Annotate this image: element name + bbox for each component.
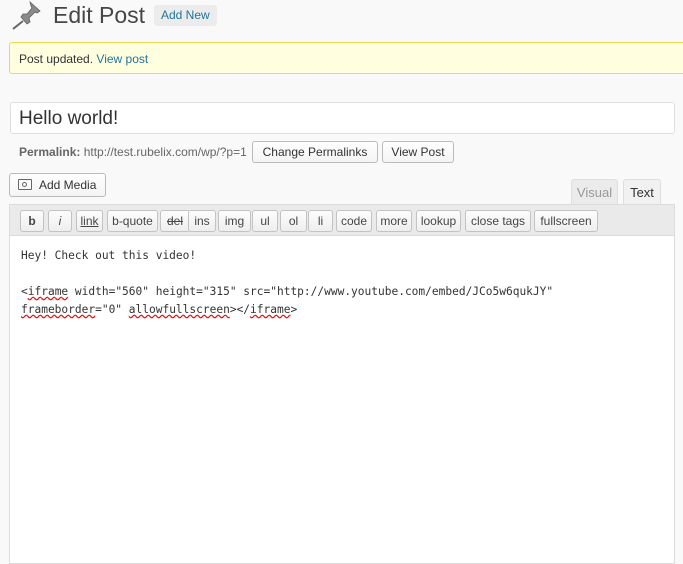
add-new-button[interactable]: Add New xyxy=(154,5,217,26)
update-notice: Post updated. View post xyxy=(9,42,683,74)
page-title: Edit Post xyxy=(53,2,146,28)
add-media-button[interactable]: Add Media xyxy=(9,173,106,197)
qt-code-button[interactable]: code xyxy=(336,210,372,232)
tab-text[interactable]: Text xyxy=(623,179,661,205)
change-permalinks-button[interactable]: Change Permalinks xyxy=(252,141,378,163)
qt-ol-button[interactable]: ol xyxy=(280,210,307,232)
post-title-input[interactable]: Hello world! xyxy=(10,102,675,134)
qt-bold-button[interactable]: b xyxy=(20,210,44,232)
add-media-label: Add Media xyxy=(39,178,97,192)
qt-ins-button[interactable]: ins xyxy=(188,210,216,232)
qt-ul-button[interactable]: ul xyxy=(252,210,278,232)
text-editor[interactable]: b i link b-quote del ins img ul ol li co… xyxy=(9,204,675,564)
qt-fullscreen-button[interactable]: fullscreen xyxy=(534,210,598,232)
view-post-button[interactable]: View Post xyxy=(382,141,454,163)
pushpin-icon xyxy=(10,0,44,30)
permalink-row: Permalink: http://test.rubelix.com/wp/?p… xyxy=(19,145,247,159)
qt-lookup-button[interactable]: lookup xyxy=(416,210,461,232)
notice-text: Post updated. xyxy=(19,52,94,66)
permalink-url[interactable]: http://test.rubelix.com/wp/?p=1 xyxy=(84,145,247,159)
camera-icon xyxy=(18,179,32,190)
qt-img-button[interactable]: img xyxy=(218,210,251,232)
quicktags-toolbar: b i link b-quote del ins img ul ol li co… xyxy=(10,205,674,236)
qt-li-button[interactable]: li xyxy=(308,210,333,232)
qt-more-button[interactable]: more xyxy=(376,210,412,232)
notice-message: Post updated. View post xyxy=(19,52,148,66)
content-line-3a: <iframe width="560" height="315" src="ht… xyxy=(21,285,554,298)
tab-visual[interactable]: Visual xyxy=(571,179,618,204)
qt-italic-button[interactable]: i xyxy=(48,210,72,232)
post-title-value: Hello world! xyxy=(19,108,119,129)
qt-close-tags-button[interactable]: close tags xyxy=(465,210,531,232)
permalink-label: Permalink: xyxy=(19,145,81,159)
view-post-link[interactable]: View post xyxy=(96,52,148,66)
editor-content[interactable]: Hey! Check out this video! <iframe width… xyxy=(21,247,553,319)
qt-link-button[interactable]: link xyxy=(76,210,103,232)
content-line-1: Hey! Check out this video! xyxy=(21,249,197,262)
content-line-3b: frameborder="0" allowfullscreen></iframe… xyxy=(21,303,298,316)
qt-bquote-button[interactable]: b-quote xyxy=(107,210,158,232)
qt-del-button[interactable]: del xyxy=(160,210,190,232)
